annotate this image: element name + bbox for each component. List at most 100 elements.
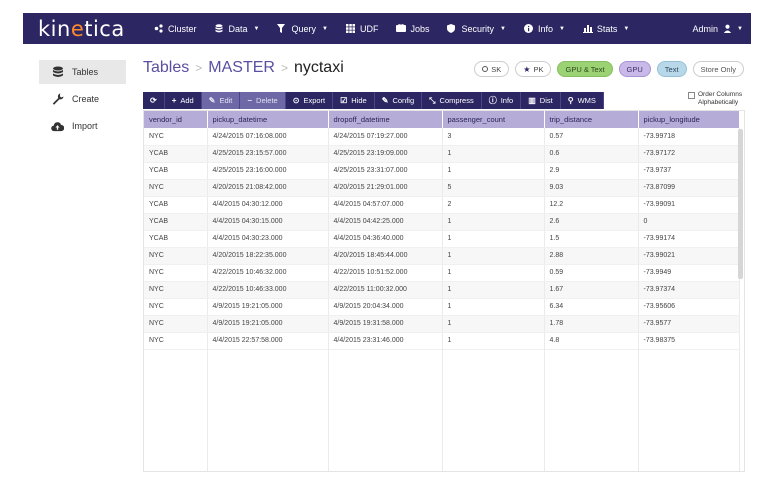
refresh-button[interactable]: ⟳ <box>143 92 165 109</box>
edit-button[interactable]: ✎ Edit <box>201 92 241 109</box>
dist-button[interactable]: ▥ Dist <box>521 92 561 109</box>
nav-query[interactable]: Query ▼ <box>268 13 336 44</box>
sidebar: Tables Create Import <box>39 60 126 141</box>
wms-button[interactable]: ⚲ WMS <box>560 92 604 109</box>
breadcrumb-separator: > <box>280 61 288 75</box>
table-cell: 2.88 <box>544 247 639 265</box>
nav-label: Jobs <box>410 23 430 34</box>
cloud-upload-icon <box>51 120 64 133</box>
config-button[interactable]: ✎ Config <box>374 92 423 109</box>
table-cell: 4/9/2015 20:04:34.000 <box>328 298 443 316</box>
nav-label: Security <box>461 23 494 34</box>
table-cell: 4/25/2015 23:19:09.000 <box>328 145 443 163</box>
nav-jobs[interactable]: Jobs <box>387 13 438 44</box>
table-cell: 4/4/2015 04:30:23.000 <box>207 230 329 248</box>
sidebar-item-import[interactable]: Import <box>39 114 126 138</box>
sidebar-item-tables[interactable]: Tables <box>39 60 126 84</box>
chevron-down-icon: ▼ <box>253 25 260 32</box>
info-button[interactable]: ⓘ Info <box>481 92 522 109</box>
table-row[interactable]: NYC 4/9/2015 19:21:05.000 4/9/2015 19:31:5… <box>144 315 740 333</box>
table-row[interactable]: NYC 4/22/2015 10:46:32.000 4/22/2015 10:51… <box>144 264 740 282</box>
column-header-pickup-datetime[interactable]: pickup_datetime <box>207 111 329 128</box>
breadcrumb-schema[interactable]: MASTER <box>208 59 275 77</box>
table-row[interactable]: YCAB 4/4/2015 04:30:15.000 4/4/2015 04:42:… <box>144 213 740 231</box>
breadcrumb-tables[interactable]: Tables <box>143 59 189 77</box>
table-row[interactable]: NYC 4/9/2015 19:21:05.000 4/9/2015 20:04:3… <box>144 298 740 316</box>
add-button[interactable]: + Add <box>164 92 202 109</box>
chevron-down-icon: ▼ <box>623 25 630 32</box>
table-cell: 1 <box>442 332 545 350</box>
table-cell: YCAB <box>144 196 208 214</box>
sk-badge: SK <box>474 61 510 77</box>
table-cell: 4/4/2015 04:30:15.000 <box>207 213 329 231</box>
column-header-dropoff-datetime[interactable]: dropoff_datetime <box>328 111 443 128</box>
table-row[interactable]: YCAB 4/4/2015 04:30:12.000 4/4/2015 04:57:… <box>144 196 740 214</box>
table-row[interactable]: NYC 4/24/2015 07:16:08.000 4/24/2015 07:19… <box>144 128 740 146</box>
column-header-trip-distance[interactable]: trip_distance <box>544 111 639 128</box>
shield-icon <box>447 24 456 33</box>
nav-stats[interactable]: Stats ▼ <box>574 13 638 44</box>
breadcrumb: Tables > MASTER > nyctaxi <box>143 59 344 77</box>
table-cell: -73.99718 <box>638 128 740 146</box>
table-cell: 4/9/2015 19:21:05.000 <box>207 298 329 316</box>
table-row[interactable]: NYC 4/22/2015 10:46:33.000 4/22/2015 11:00… <box>144 281 740 299</box>
column-header-pickup-longitude[interactable]: pickup_longitude <box>638 111 740 128</box>
pencil-icon: ✎ <box>381 96 389 105</box>
nav-udf[interactable]: UDF <box>337 13 388 44</box>
hide-button[interactable]: ☑ Hide <box>333 92 375 109</box>
table-row[interactable]: YCAB 4/25/2015 23:15:57.000 4/25/2015 23:1… <box>144 145 740 163</box>
filter-icon <box>277 24 286 33</box>
circle-icon <box>482 66 489 72</box>
column-header-passenger-count[interactable]: passenger_count <box>442 111 545 128</box>
table-cell: 4/9/2015 19:31:58.000 <box>328 315 443 333</box>
table-cell: -73.99091 <box>638 196 740 214</box>
nav-label: UDF <box>359 23 379 34</box>
nav-info[interactable]: Info ▼ <box>515 13 574 44</box>
delete-button[interactable]: − Delete <box>240 92 286 109</box>
chevron-down-icon: ▼ <box>558 25 565 32</box>
table-row[interactable]: NYC 4/20/2015 21:08:42.000 4/20/2015 21:29… <box>144 179 740 197</box>
bar-chart-icon <box>582 24 593 33</box>
table-cell: 2 <box>442 196 545 214</box>
nav-data[interactable]: Data ▼ <box>206 13 269 44</box>
table-cell: -73.87099 <box>638 179 740 197</box>
chevron-down-icon: ▼ <box>499 25 506 32</box>
nav-cluster[interactable]: Cluster <box>145 13 206 44</box>
chevron-down-icon: ▼ <box>737 25 743 32</box>
table-row[interactable]: NYC 4/4/2015 22:57:58.000 4/4/2015 23:31:4… <box>144 332 740 350</box>
table-cell: -73.9949 <box>638 264 740 282</box>
table-cell: 4.8 <box>544 332 639 350</box>
table-cell: -73.9577 <box>638 315 740 333</box>
user-menu[interactable]: Admin ▼ <box>693 24 743 34</box>
pk-badge: ★ PK <box>515 61 552 77</box>
order-columns-toggle[interactable]: Order Columns Alphabetically <box>688 91 742 107</box>
compress-button[interactable]: ⤡ Compress <box>422 92 482 109</box>
export-icon: ⊙ <box>292 96 300 105</box>
table-row[interactable]: YCAB 4/25/2015 23:16:00.000 4/25/2015 23:3… <box>144 162 740 180</box>
table-cell: NYC <box>144 315 208 333</box>
table-cell: 1.5 <box>544 230 639 248</box>
export-button[interactable]: ⊙ Export <box>285 92 334 109</box>
table-cell: 0.59 <box>544 264 639 282</box>
order-columns-checkbox[interactable] <box>688 92 695 99</box>
table-cell: 1 <box>442 145 545 163</box>
table-cell: 1 <box>442 298 545 316</box>
table-row[interactable]: NYC 4/20/2015 18:22:35.000 4/20/2015 18:45… <box>144 247 740 265</box>
table-cell: NYC <box>144 298 208 316</box>
column-type-legend: SK ★ PK GPU & Text GPU Text Store Only <box>474 61 744 77</box>
table-row[interactable]: YCAB 4/4/2015 04:30:23.000 4/4/2015 04:36:… <box>144 230 740 248</box>
kinetica-logo[interactable]: kinetica <box>38 17 145 41</box>
table-cell: 0.57 <box>544 128 639 146</box>
vertical-scrollbar[interactable] <box>738 129 743 279</box>
info-icon: ⓘ <box>488 96 497 105</box>
table-cell: 4/20/2015 21:29:01.000 <box>328 179 443 197</box>
table-cell: 4/20/2015 21:08:42.000 <box>207 179 329 197</box>
nav-label: Stats <box>596 23 618 34</box>
column-header-vendor-id[interactable]: vendor_id <box>144 111 208 128</box>
database-icon <box>215 24 224 33</box>
table-cell: -73.97172 <box>638 145 740 163</box>
nav-security[interactable]: Security ▼ <box>438 13 514 44</box>
table-cell: 4/4/2015 04:36:40.000 <box>328 230 443 248</box>
user-name: Admin <box>692 23 719 34</box>
sidebar-item-create[interactable]: Create <box>39 87 126 111</box>
